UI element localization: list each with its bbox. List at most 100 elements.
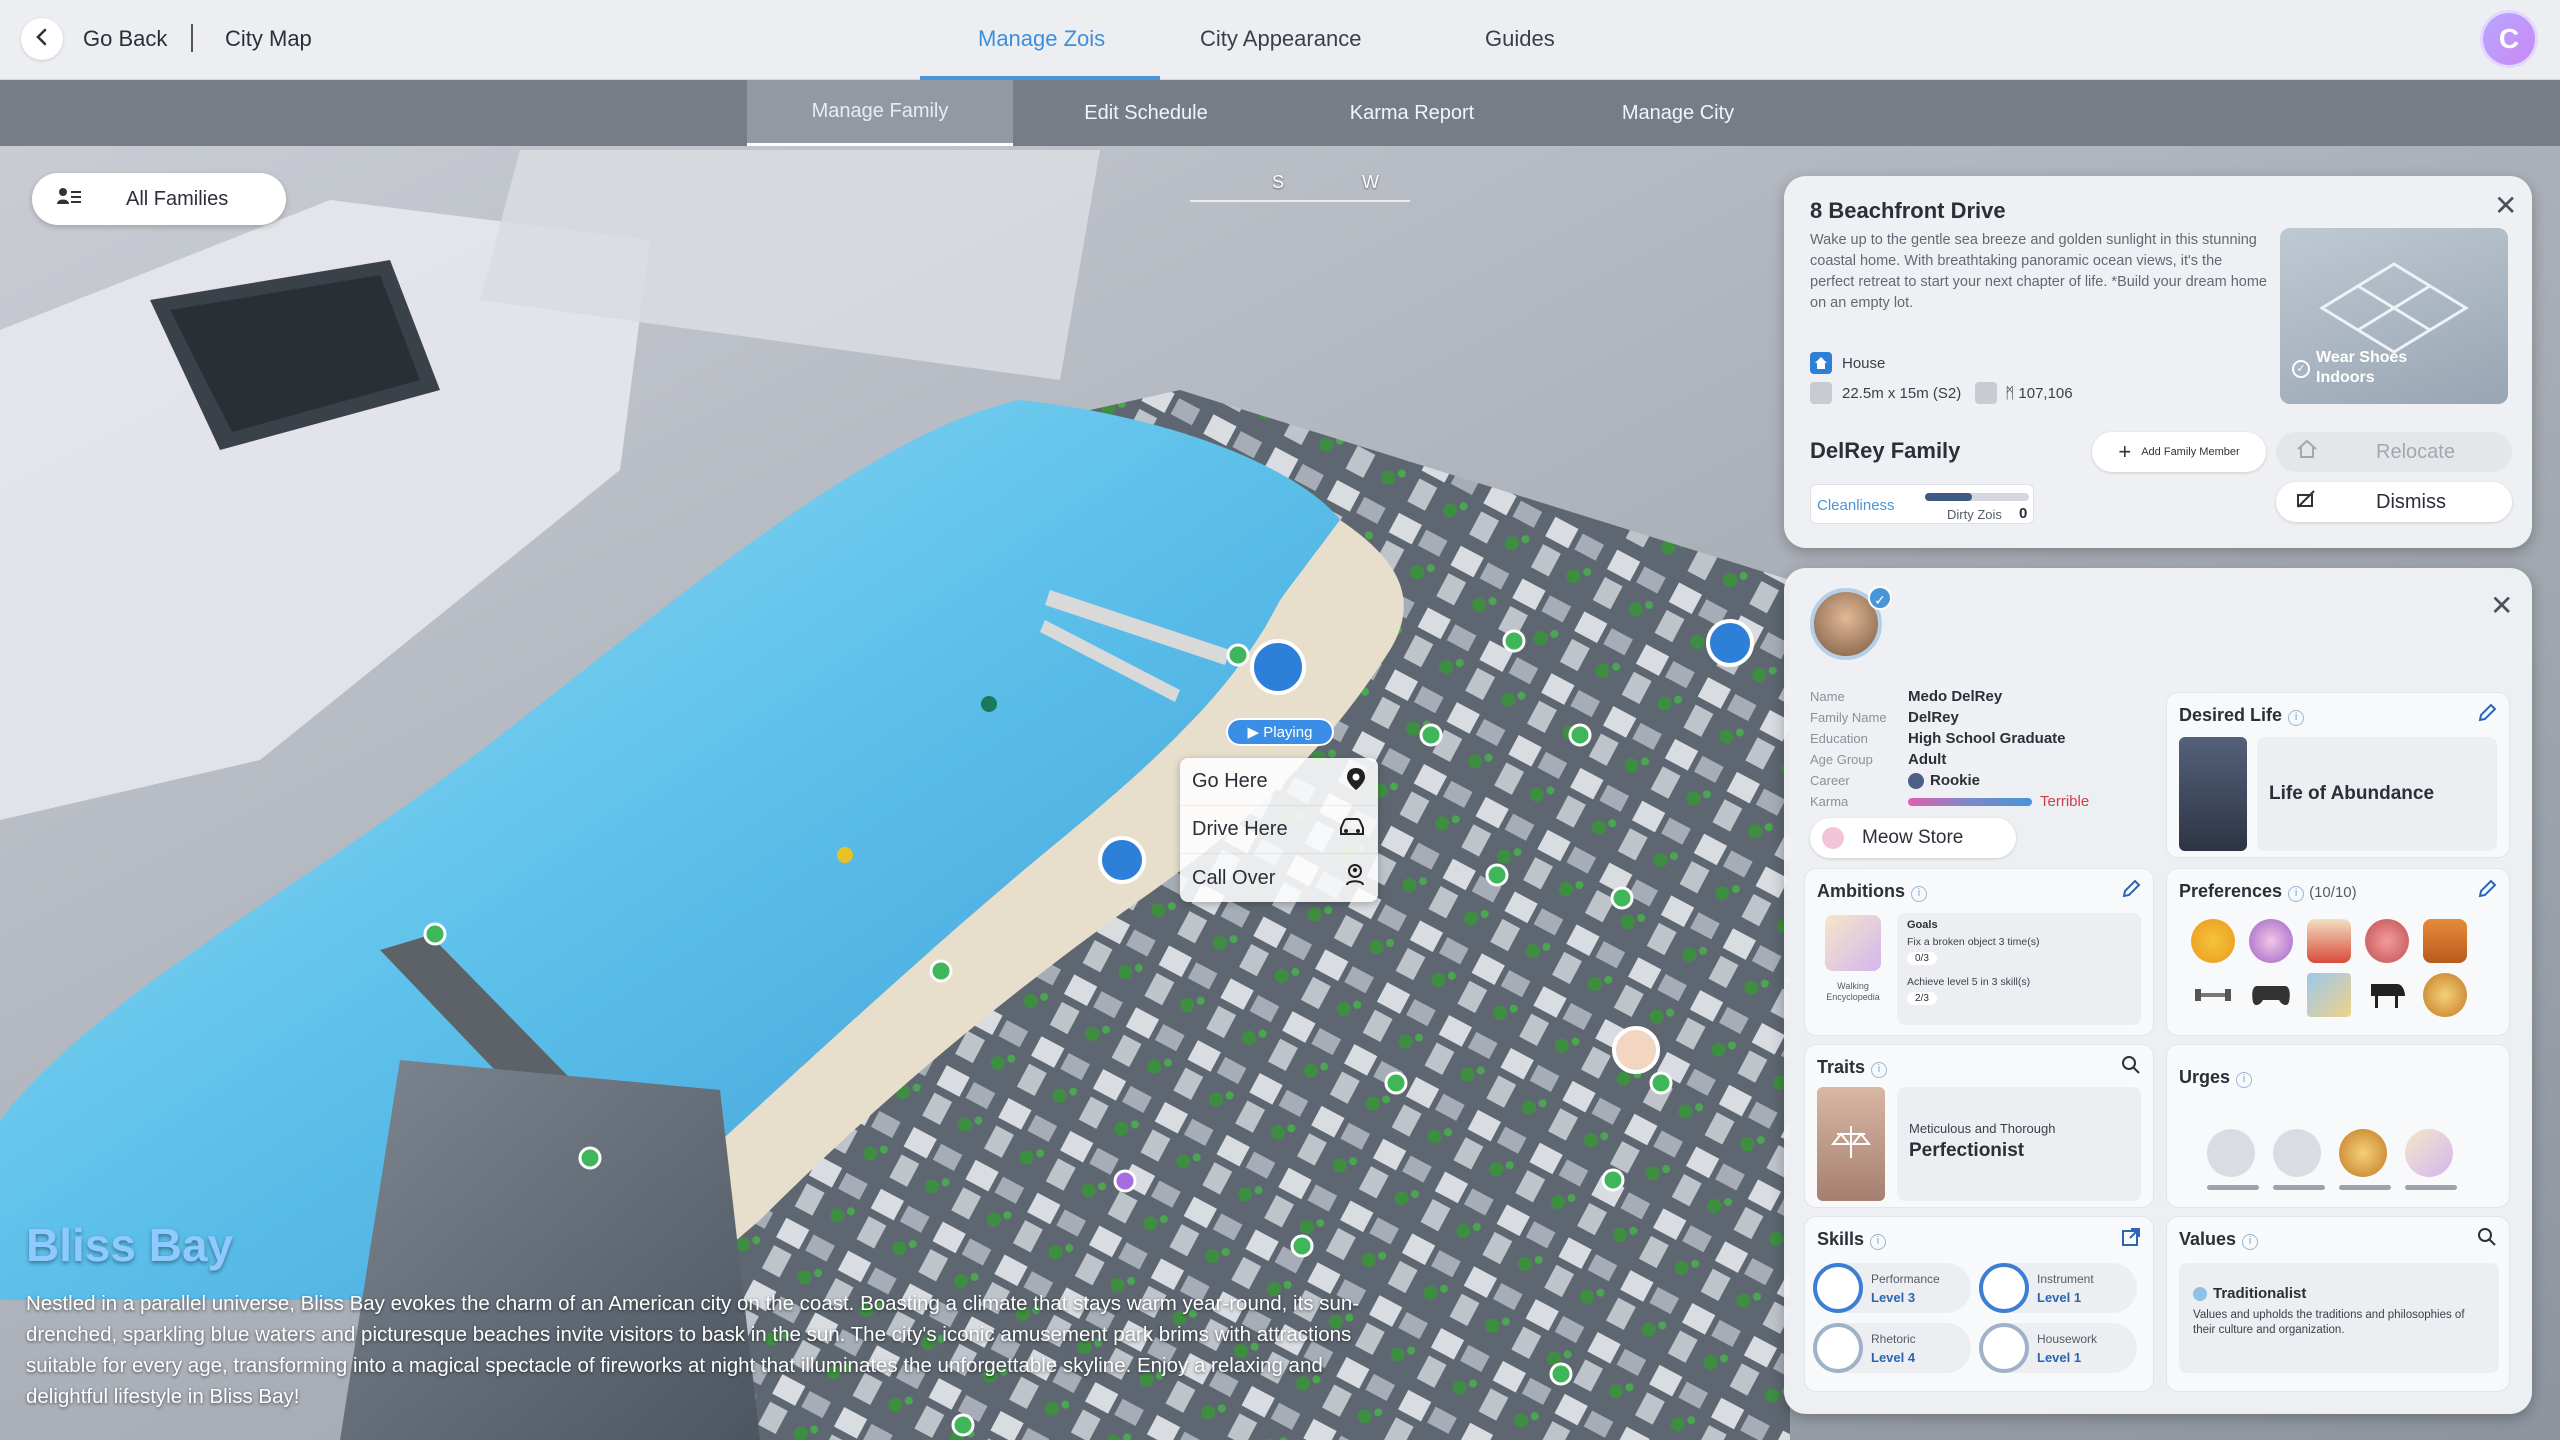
house-icon: [1810, 352, 1832, 374]
subtab-karma-report[interactable]: Karma Report: [1279, 80, 1545, 146]
traits-card: Traits i Meticulous and Thorough Perfecti…: [1804, 1044, 2154, 1208]
info-icon[interactable]: i: [2288, 710, 2305, 726]
steak-icon[interactable]: [2365, 919, 2409, 963]
search-icon[interactable]: [2121, 1055, 2141, 1080]
dirty-zois-value: 0: [2019, 505, 2028, 522]
desired-life-card: Desired Life i Life of Abundance: [2166, 692, 2510, 858]
back-button[interactable]: [21, 18, 63, 60]
preferences-title-text: Preferences: [2179, 881, 2283, 901]
subtab-manage-city[interactable]: Manage City: [1545, 80, 1811, 146]
piano-icon[interactable]: [2365, 973, 2409, 1017]
meow-store-label: Meow Store: [1862, 827, 1964, 848]
urge-item[interactable]: [2405, 1129, 2457, 1190]
relocate-button[interactable]: Relocate: [2276, 432, 2512, 472]
ambitions-title: Ambitions i: [1817, 881, 1927, 902]
info-value: Rookie: [1930, 772, 1981, 789]
fruit-icon[interactable]: [2191, 919, 2235, 963]
cleanliness-bar: [1925, 493, 2029, 501]
search-icon[interactable]: [2477, 1227, 2497, 1252]
cake-icon[interactable]: [2307, 919, 2351, 963]
traits-title: Traits i: [1817, 1057, 1888, 1078]
tab-city-appearance[interactable]: City Appearance: [1200, 26, 1361, 52]
add-family-member-button[interactable]: + Add Family Member: [2092, 432, 2266, 472]
info-label: Career: [1810, 773, 1850, 788]
close-zoi-panel-button[interactable]: ✕: [2490, 592, 2513, 620]
cleanliness-box: Cleanliness Dirty Zois 0: [1810, 484, 2034, 524]
price-icon: [1975, 382, 1998, 404]
relocate-icon: [2296, 439, 2318, 465]
karma-bar: [1908, 797, 2032, 806]
info-value: Medo DelRey: [1908, 688, 2003, 705]
go-back-link[interactable]: Go Back: [83, 26, 167, 52]
zoi-portrait[interactable]: ✓: [1810, 586, 1892, 660]
meow-store-icon: [1822, 827, 1844, 849]
pencil-icon[interactable]: [2121, 879, 2141, 904]
tab-manage-zois[interactable]: Manage Zois: [978, 26, 1105, 52]
all-families-label: All Families: [126, 187, 229, 210]
desired-life-title: Desired Life i: [2179, 705, 2305, 726]
urge-item[interactable]: [2207, 1129, 2259, 1190]
urges-card: Urges i: [2166, 1044, 2510, 1208]
profile-avatar-button[interactable]: C: [2483, 13, 2535, 65]
info-icon[interactable]: i: [1911, 886, 1927, 902]
bowl-icon[interactable]: [2423, 973, 2467, 1017]
painting-icon[interactable]: [2307, 973, 2351, 1017]
info-value: Adult: [1908, 751, 1947, 768]
skill-level: Level 4: [1871, 1350, 1916, 1365]
skill-item[interactable]: Housework Level 1: [1979, 1323, 2137, 1373]
urge-timer-bar: [2405, 1185, 2457, 1190]
info-icon[interactable]: i: [1871, 1062, 1888, 1078]
goal-progress: 0/3: [1907, 952, 1937, 965]
close-property-panel-button[interactable]: ✕: [2494, 192, 2517, 220]
info-icon[interactable]: i: [2236, 1072, 2253, 1088]
info-icon[interactable]: i: [2288, 886, 2305, 902]
skill-item[interactable]: Instrument Level 1: [1979, 1263, 2137, 1313]
urge-timer-bar: [2273, 1185, 2325, 1190]
drive-here-label: Drive Here: [1192, 818, 1288, 840]
dumbbell-icon[interactable]: [2191, 973, 2235, 1017]
scales-icon: [1830, 1122, 1872, 1167]
drive-here-option[interactable]: Drive Here: [1180, 806, 1378, 854]
skill-name: Rhetoric: [1871, 1332, 1916, 1346]
info-icon[interactable]: i: [2242, 1234, 2259, 1250]
desired-life-title-text: Desired Life: [2179, 705, 2283, 725]
go-here-option[interactable]: Go Here: [1180, 758, 1378, 806]
bowl-icon: [2339, 1129, 2387, 1177]
dismiss-button[interactable]: Dismiss: [2276, 482, 2512, 522]
lot-size-icon: [1810, 382, 1832, 404]
fairy-icon[interactable]: [2249, 919, 2293, 963]
gamepad-icon[interactable]: [2249, 973, 2293, 1017]
city-map-breadcrumb[interactable]: City Map: [225, 26, 312, 52]
urge-timer-bar: [2207, 1185, 2259, 1190]
gamepad-icon: [2273, 1129, 2321, 1177]
info-icon[interactable]: i: [1870, 1234, 1887, 1250]
info-row: Family Name DelRey: [1810, 707, 2150, 728]
karma-value: Terrible: [2040, 793, 2090, 810]
traits-title-text: Traits: [1817, 1057, 1866, 1077]
goal-text: Achieve level 5 in 3 skill(s): [1907, 976, 2031, 988]
chevron-left-icon: [33, 28, 51, 51]
values-card: Values i Traditionalist Values and uphold…: [2166, 1216, 2510, 1392]
property-size: 22.5m x 15m (S2): [1842, 384, 1962, 402]
call-over-option[interactable]: Call Over: [1180, 854, 1378, 902]
urge-item[interactable]: [2339, 1129, 2391, 1190]
external-link-icon[interactable]: [2121, 1227, 2141, 1252]
tab-guides[interactable]: Guides: [1485, 26, 1555, 52]
performance-icon: [1813, 1263, 1863, 1313]
pencil-icon[interactable]: [2477, 879, 2497, 904]
urge-item[interactable]: [2273, 1129, 2325, 1190]
reindeer-icon[interactable]: [2423, 919, 2467, 963]
pencil-icon[interactable]: [2477, 703, 2497, 728]
all-families-filter[interactable]: All Families: [32, 173, 286, 225]
skill-item[interactable]: Performance Level 3: [1813, 1263, 1971, 1313]
skill-item[interactable]: Rhetoric Level 4: [1813, 1323, 1971, 1373]
subtab-edit-schedule[interactable]: Edit Schedule: [1013, 80, 1279, 146]
values-title-text: Values: [2179, 1229, 2237, 1249]
meow-store-button[interactable]: Meow Store: [1810, 818, 2016, 858]
skill-name: Housework: [2037, 1332, 2098, 1346]
value-info-box: Traditionalist Values and upholds the tr…: [2179, 1263, 2499, 1373]
info-value: DelRey: [1908, 709, 1959, 726]
family-name: DelRey Family: [1810, 438, 1961, 463]
subtab-manage-family[interactable]: Manage Family: [747, 80, 1013, 146]
values-title: Values i: [2179, 1229, 2259, 1250]
